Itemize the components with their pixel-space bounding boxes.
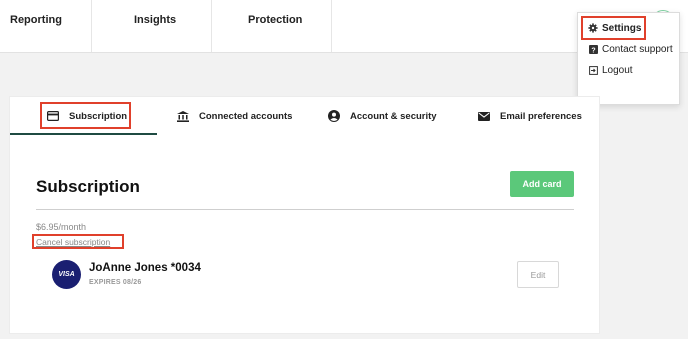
- help-icon: ?: [588, 44, 598, 54]
- nav-insights[interactable]: Insights: [134, 0, 176, 52]
- subscription-tab-highlight-box: [40, 102, 131, 129]
- tab-label: Email preferences: [500, 110, 582, 122]
- tab-connected-accounts[interactable]: Connected accounts: [177, 107, 292, 125]
- add-card-button[interactable]: Add card: [510, 171, 574, 197]
- svg-text:?: ?: [591, 47, 595, 54]
- edit-card-button[interactable]: Edit: [517, 261, 559, 288]
- cardholder-name: JoAnne Jones *0034: [89, 262, 201, 274]
- bank-icon: [177, 110, 189, 122]
- nav-divider: [331, 0, 332, 52]
- card-expiration: EXPIRES 08/26: [89, 279, 142, 286]
- active-tab-indicator: [10, 133, 157, 135]
- menu-item-logout[interactable]: Logout: [588, 63, 633, 77]
- menu-item-contact-support[interactable]: ? Contact support: [588, 42, 673, 56]
- user-circle-icon: [328, 110, 340, 122]
- cancel-highlight-box: [32, 234, 124, 249]
- menu-item-label: Logout: [602, 64, 633, 76]
- logout-icon: [588, 65, 598, 75]
- tab-label: Account & security: [350, 110, 437, 122]
- tab-email-preferences[interactable]: Email preferences: [478, 107, 582, 125]
- nav-divider: [211, 0, 212, 52]
- menu-item-label: Contact support: [602, 43, 673, 55]
- tab-label: Connected accounts: [199, 110, 293, 122]
- section-divider: [36, 209, 574, 210]
- nav-protection[interactable]: Protection: [248, 0, 302, 52]
- account-dropdown-menu: Settings ? Contact support Logout: [577, 12, 680, 105]
- visa-logo: VISA: [52, 260, 81, 289]
- page-title: Subscription: [36, 177, 140, 196]
- tab-account-security[interactable]: Account & security: [328, 107, 437, 125]
- settings-card: Subscription Connected accounts Account …: [9, 96, 600, 334]
- nav-reporting[interactable]: Reporting: [10, 0, 62, 52]
- nav-divider: [91, 0, 92, 52]
- settings-highlight-box: [581, 16, 646, 40]
- subscription-price: $6.95/month: [36, 222, 87, 232]
- envelope-icon: [478, 111, 490, 121]
